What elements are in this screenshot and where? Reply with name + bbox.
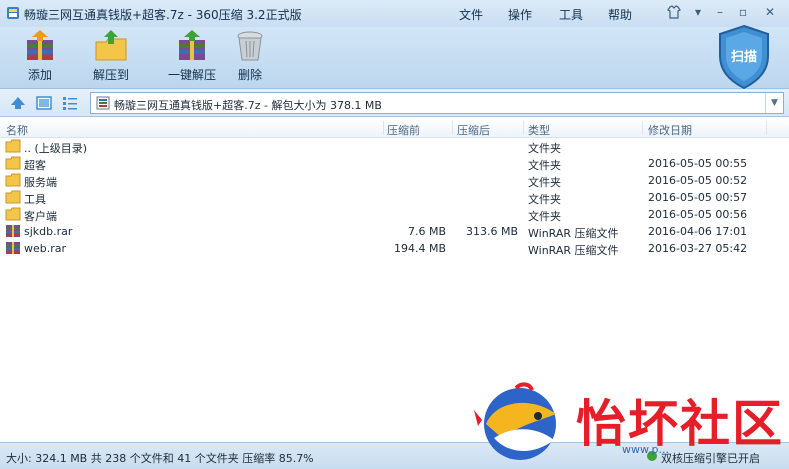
dropdown-menu-icon[interactable]: ▾	[688, 3, 708, 21]
column-name[interactable]: 名称	[6, 122, 28, 138]
column-type[interactable]: 类型	[528, 122, 550, 138]
rar-archive-icon	[6, 242, 20, 254]
address-path: 畅璇三网互通真钱版+超客.7z - 解包大小为 378.1 MB	[114, 99, 382, 112]
list-item[interactable]: 服务端 文件夹 2016-05-05 00:52	[0, 172, 789, 189]
add-archive-icon	[27, 30, 53, 60]
watermark: 怡坏社区 www.p...	[472, 380, 782, 464]
column-divider[interactable]	[766, 121, 767, 135]
window-title: 畅璇三网互通真钱版+超客.7z - 360压缩 3.2正式版	[24, 8, 302, 22]
chevron-down-icon[interactable]: ▼	[765, 93, 783, 113]
address-bar: 畅璇三网互通真钱版+超客.7z - 解包大小为 378.1 MB ▼	[0, 89, 789, 117]
scan-button[interactable]: 扫描	[716, 24, 772, 90]
column-header: 名称 压缩前 压缩后 类型 修改日期	[0, 118, 789, 138]
status-summary: 大小: 324.1 MB 共 238 个文件和 41 个文件夹 压缩率 85.7…	[6, 452, 314, 465]
extract-folder-icon	[95, 30, 127, 61]
list-item[interactable]: sjkdb.rar 7.6 MB 313.6 MB WinRAR 压缩文件 20…	[0, 223, 789, 240]
folder-icon	[5, 190, 21, 204]
column-divider[interactable]	[523, 121, 524, 135]
menu-operation[interactable]: 操作	[508, 6, 532, 23]
list-item[interactable]: .. (上级目录) 文件夹	[0, 138, 789, 155]
toolbar: 添加 解压到 一键解压 删除	[0, 27, 789, 89]
skin-icon[interactable]	[664, 3, 684, 21]
title-bar: 畅璇三网互通真钱版+超客.7z - 360压缩 3.2正式版 文件 操作 工具 …	[0, 0, 789, 27]
menu-file[interactable]: 文件	[459, 6, 483, 23]
column-modified[interactable]: 修改日期	[648, 122, 692, 138]
address-field[interactable]: 畅璇三网互通真钱版+超客.7z - 解包大小为 378.1 MB ▼	[90, 92, 784, 114]
one-click-extract-button[interactable]: 一键解压	[154, 30, 230, 86]
up-arrow-icon[interactable]	[10, 95, 26, 111]
close-icon[interactable]: ✕	[760, 3, 780, 21]
minimize-icon[interactable]: –	[710, 3, 730, 21]
folder-icon	[5, 156, 21, 170]
large-icon-view-icon[interactable]	[36, 95, 52, 111]
menu-help[interactable]: 帮助	[608, 6, 632, 23]
folder-icon	[5, 207, 21, 221]
column-before[interactable]: 压缩前	[387, 122, 420, 138]
column-after[interactable]: 压缩后	[457, 122, 490, 138]
column-divider[interactable]	[642, 121, 643, 135]
one-click-extract-icon	[179, 30, 205, 60]
rar-archive-icon	[6, 225, 20, 237]
watermark-url: www.p...	[622, 443, 669, 456]
trash-icon	[237, 31, 263, 61]
archive-file-icon	[96, 96, 110, 110]
extract-to-button[interactable]: 解压到	[88, 30, 134, 86]
fish-logo-icon	[474, 382, 556, 460]
list-item[interactable]: 工具 文件夹 2016-05-05 00:57	[0, 189, 789, 206]
list-view-icon[interactable]	[62, 95, 78, 111]
list-item[interactable]: 客户端 文件夹 2016-05-05 00:56	[0, 206, 789, 223]
list-item[interactable]: 超客 文件夹 2016-05-05 00:55	[0, 155, 789, 172]
add-button[interactable]: 添加	[18, 30, 62, 86]
delete-button[interactable]: 删除	[232, 30, 268, 86]
menu-tools[interactable]: 工具	[559, 6, 583, 23]
maximize-icon[interactable]: ▫	[733, 3, 753, 21]
column-divider[interactable]	[383, 121, 384, 135]
watermark-text: 怡坏社区	[576, 395, 784, 453]
list-item[interactable]: web.rar 194.4 MB WinRAR 压缩文件 2016-03-27 …	[0, 240, 789, 257]
column-divider[interactable]	[452, 121, 453, 135]
app-icon	[7, 7, 19, 19]
folder-icon	[5, 173, 21, 187]
folder-icon	[5, 139, 21, 153]
